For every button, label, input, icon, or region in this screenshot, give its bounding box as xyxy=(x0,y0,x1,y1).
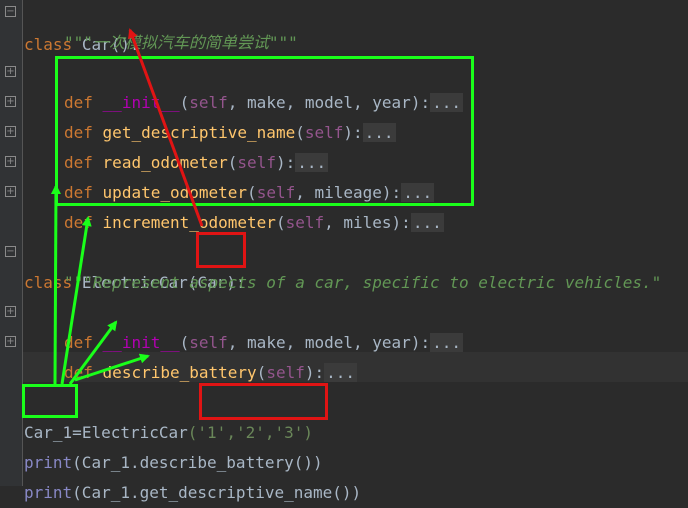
docstring-line[interactable]: """Represent aspects of a car, specific … xyxy=(64,268,661,298)
fold-plus-icon[interactable]: + xyxy=(5,156,16,167)
code-line-instantiate[interactable]: Car_1=ElectricCar('1','2','3') xyxy=(24,388,313,442)
folded-body[interactable]: ... xyxy=(362,123,396,142)
code-line-def-describe-battery[interactable]: def describe_battery(self):... xyxy=(64,328,358,382)
fold-plus-icon[interactable]: + xyxy=(5,306,16,317)
code-line-print-descriptive-name[interactable]: print(Car_1.get_descriptive_name()) xyxy=(24,448,361,502)
function-name: describe_battery xyxy=(102,363,257,382)
code-line-class-electriccar[interactable]: class ElectricCar(Car): xyxy=(24,238,246,292)
code-line-def-init[interactable]: def __init__(self, make, model, year):..… xyxy=(64,58,463,112)
fold-minus-icon[interactable]: − xyxy=(5,246,16,257)
fold-plus-icon[interactable]: + xyxy=(5,96,16,107)
code-line-print-battery[interactable]: print(Car_1.describe_battery()) xyxy=(24,418,323,472)
folded-body[interactable]: ... xyxy=(430,333,463,352)
code-line-def-update-odometer[interactable]: def update_odometer(self, mileage):... xyxy=(64,148,435,202)
fold-minus-icon[interactable]: − xyxy=(5,6,16,17)
fold-plus-icon[interactable]: + xyxy=(5,336,16,347)
folded-body[interactable]: ... xyxy=(430,93,463,112)
folded-body[interactable]: ... xyxy=(324,363,358,382)
fold-plus-icon[interactable]: + xyxy=(5,66,16,77)
fold-plus-icon[interactable]: + xyxy=(5,186,16,197)
function-name: increment_odometer xyxy=(102,213,276,232)
code-line-class-car[interactable]: class Car(): xyxy=(24,0,140,54)
docstring-line[interactable]: """一次模拟汽车的简单尝试""" xyxy=(64,28,298,58)
code-line-def-increment-odometer[interactable]: def increment_odometer(self, miles):... xyxy=(64,178,444,232)
fold-plus-icon[interactable]: + xyxy=(5,126,16,137)
folded-body[interactable]: ... xyxy=(410,213,444,232)
code-line-def-get-descriptive-name[interactable]: def get_descriptive_name(self):... xyxy=(64,88,396,142)
code-line-def-read-odometer[interactable]: def read_odometer(self):... xyxy=(64,118,329,172)
code-line-def-init-electric[interactable]: def __init__(self, make, model, year):..… xyxy=(64,298,463,352)
